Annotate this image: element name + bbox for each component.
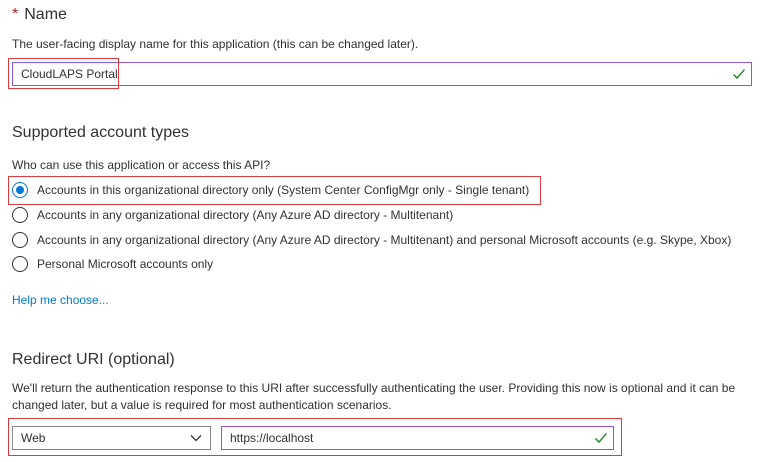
account-type-option-personal[interactable]: Personal Microsoft accounts only <box>12 254 213 274</box>
radio-unchecked-icon[interactable] <box>12 232 28 248</box>
platform-select-value: Web <box>21 431 46 445</box>
account-type-option-multitenant-personal[interactable]: Accounts in any organizational directory… <box>12 230 731 250</box>
account-type-option-multitenant[interactable]: Accounts in any organizational directory… <box>12 205 453 225</box>
platform-select[interactable]: Web <box>12 426 211 450</box>
redirect-uri-input[interactable]: https://localhost <box>221 426 614 450</box>
name-heading-label: Name <box>24 6 67 23</box>
account-type-option-label: Accounts in this organizational director… <box>37 183 530 197</box>
redirect-uri-heading: Redirect URI (optional) <box>12 351 175 368</box>
account-type-option-label: Accounts in any organizational directory… <box>37 208 454 222</box>
required-marker: * <box>12 6 19 23</box>
name-heading: * Name <box>12 6 67 24</box>
account-type-option-single-tenant[interactable]: Accounts in this organizational director… <box>12 180 529 200</box>
app-registration-form: * Name The user-facing display name for t… <box>0 0 768 462</box>
account-type-option-label: Accounts in any organizational directory… <box>37 233 732 247</box>
redirect-uri-description: We'll return the authentication response… <box>12 381 736 412</box>
radio-checked-icon[interactable] <box>12 182 28 198</box>
radio-unchecked-icon[interactable] <box>12 207 28 223</box>
account-type-option-label: Personal Microsoft accounts only <box>37 257 214 271</box>
radio-unchecked-icon[interactable] <box>12 256 28 272</box>
name-input-value: CloudLAPS Portal <box>21 67 118 81</box>
help-me-choose-link[interactable]: Help me choose... <box>12 293 109 307</box>
name-description: The user-facing display name for this ap… <box>12 37 419 51</box>
account-types-question: Who can use this application or access t… <box>12 158 271 172</box>
account-types-heading: Supported account types <box>12 124 190 141</box>
checkmark-icon <box>733 69 745 79</box>
chevron-down-icon <box>190 435 202 442</box>
redirect-uri-input-value: https://localhost <box>230 431 314 445</box>
checkmark-icon <box>595 433 607 443</box>
name-input[interactable]: CloudLAPS Portal <box>12 62 752 86</box>
